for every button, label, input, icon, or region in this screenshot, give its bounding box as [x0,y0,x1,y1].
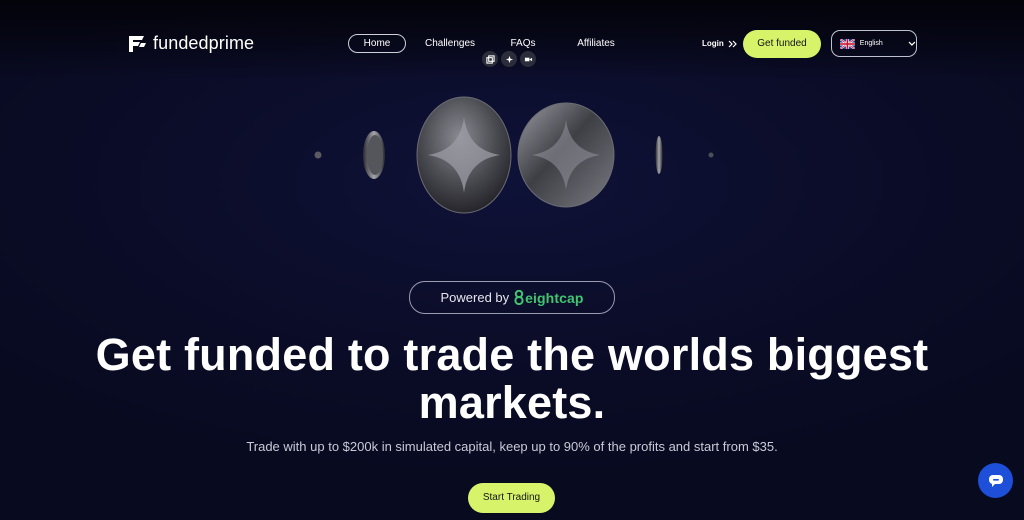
brand-name: fundedprime [153,33,255,53]
eightcap-mark-icon [514,290,524,305]
brand-logo[interactable]: fundedprime [127,33,254,54]
uk-flag-icon [840,38,855,49]
powered-by-badge: Powered by eightcap [409,281,615,314]
video-icon[interactable] [520,51,536,67]
coin-large-left [416,96,512,214]
coin-small-right [655,136,663,174]
overlay-toolbar [482,51,536,67]
nav-affiliates[interactable]: Affiliates [575,34,617,54]
nav-challenges[interactable]: Challenges [424,34,476,54]
nav-home[interactable]: Home [348,34,406,53]
coin-dot-left [314,151,322,159]
logo-mark-icon [129,35,146,52]
login-link[interactable]: Login [702,34,737,54]
coin-dot-right [708,152,714,158]
chevron-down-icon [908,41,916,46]
login-label: Login [702,39,724,48]
language-label: English [859,40,883,47]
get-funded-button[interactable]: Get funded [743,30,821,58]
coin-large-right [517,102,615,208]
powered-by-label: Powered by [440,290,510,305]
chat-bubble-icon [988,474,1003,487]
hero-subtitle: Trade with up to $200k in simulated capi… [246,439,778,454]
start-trading-button[interactable]: Start Trading [468,483,555,513]
headline-line-1: Get funded to trade the worlds biggest [95,329,929,380]
eightcap-logo: eightcap [514,290,583,306]
hero-headline: Get funded to trade the worlds biggest m… [62,331,962,427]
coins-illustration [314,96,714,214]
headline-line-2: markets. [418,377,606,428]
partner-name: eightcap [525,289,584,306]
language-select[interactable]: English [831,30,917,57]
copy-icon[interactable] [482,51,498,67]
chat-widget-button[interactable] [978,463,1013,498]
sparkle-icon[interactable] [501,51,517,67]
double-chevron-right-icon [728,40,737,48]
